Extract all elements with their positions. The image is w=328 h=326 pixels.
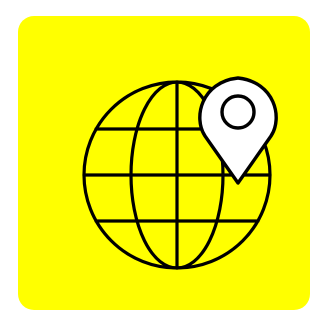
location-pin-hole <box>220 94 256 130</box>
globe-location-pin-icon <box>82 76 278 270</box>
location-pin-icon <box>198 76 278 185</box>
location-pin-body <box>198 76 278 185</box>
